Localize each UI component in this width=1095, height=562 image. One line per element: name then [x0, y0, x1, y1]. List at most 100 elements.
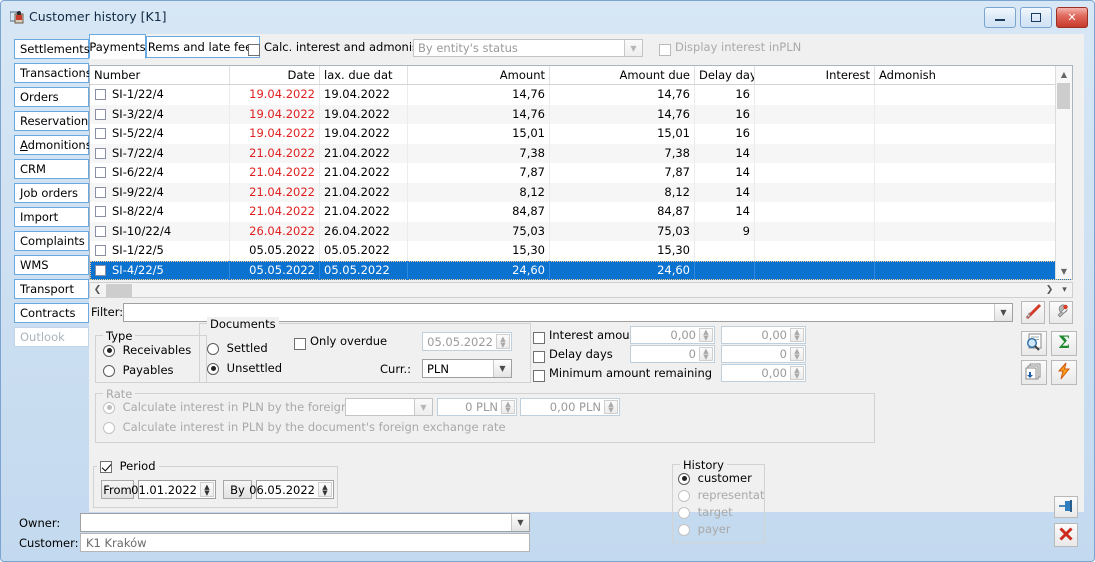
table-row[interactable]: SI-1/22/5 05.05.2022 05.05.2022 15,30 15,30 — [90, 241, 1072, 261]
search-button[interactable] — [1021, 331, 1047, 356]
radio-button[interactable] — [678, 472, 690, 485]
grid-horizontal-scrollbar[interactable]: ❮ ❯ ▾ — [89, 282, 1073, 298]
sidebar-item-transport[interactable]: Transport — [14, 279, 89, 299]
table-row[interactable]: SI-5/22/4 19.04.2022 19.04.2022 15,01 15,01 1… — [90, 124, 1072, 144]
table-row[interactable]: SI-3/22/4 19.04.2022 19.04.2022 14,76 14,76 1… — [90, 104, 1072, 124]
column-header-amount[interactable]: Amount — [408, 66, 550, 84]
chevron-down-icon[interactable]: ▼ — [493, 360, 511, 377]
scroll-right-icon[interactable]: ❯ — [1042, 285, 1057, 295]
sidebar-item-wms[interactable]: WMS — [14, 255, 89, 275]
spinner-buttons[interactable]: ▲ ▼ — [699, 347, 713, 361]
scroll-up-icon[interactable]: ▲ — [1056, 66, 1072, 82]
calc-interest-checkbox[interactable] — [248, 42, 260, 56]
column-header-admonish[interactable]: Admonish — [875, 66, 1057, 84]
scrollbar-thumb[interactable] — [106, 283, 132, 297]
checkbox-box[interactable] — [294, 337, 306, 350]
checkbox-box[interactable] — [533, 350, 545, 363]
spinner-buttons[interactable]: ▲ ▼ — [200, 482, 214, 497]
chevron-down-icon[interactable]: ▼ — [511, 514, 529, 531]
owner-combo[interactable]: ▼ — [80, 513, 530, 532]
period-checkbox[interactable]: Period — [97, 459, 159, 473]
table-row[interactable]: SI-8/22/4 21.04.2022 21.04.2022 84,87 84,87 1… — [90, 202, 1072, 222]
spinner-buttons[interactable]: ▲ ▼ — [790, 366, 804, 380]
radio-button[interactable] — [103, 364, 115, 377]
table-row[interactable]: SI-7/22/4 21.04.2022 21.04.2022 7,38 7,38 14 — [90, 143, 1072, 163]
column-header-interest[interactable]: Interest — [755, 66, 875, 84]
close-button[interactable]: ✕ — [1056, 7, 1088, 28]
scroll-down-icon[interactable]: ▼ — [1056, 263, 1072, 279]
sum-button[interactable]: Σ — [1051, 331, 1077, 356]
sidebar-item-import[interactable]: Import — [14, 207, 89, 227]
column-header-date[interactable]: Date — [230, 66, 320, 84]
minimize-button[interactable] — [984, 7, 1016, 28]
period-by-spinner[interactable]: 06.05.2022 ▲ ▼ — [249, 480, 334, 499]
interest-amount-checkbox[interactable] — [533, 330, 545, 344]
radio-settled[interactable]: Settled — [207, 341, 268, 355]
spinner-buttons[interactable]: ▲ ▼ — [318, 482, 332, 497]
spinner-buttons[interactable]: ▲ ▼ — [790, 347, 804, 361]
tab-payments[interactable]: Payments — [89, 34, 146, 59]
scrollbar-thumb[interactable] — [1057, 83, 1070, 109]
cancel-button[interactable] — [1054, 523, 1078, 547]
sidebar-item-complaints[interactable]: Complaints — [14, 231, 89, 251]
minimum-remaining-value[interactable]: 0,00 ▲ ▼ — [721, 364, 806, 382]
tab-rems-and-late-fees[interactable]: Rems and late fees — [146, 36, 260, 58]
only-overdue-checkbox[interactable] — [294, 336, 306, 350]
delay-days-from[interactable]: 0 ▲ ▼ — [630, 345, 715, 363]
table-row[interactable]: SI-6/22/4 21.04.2022 21.04.2022 7,87 7,87 14 — [90, 163, 1072, 183]
column-header-number[interactable]: Number — [90, 66, 230, 84]
pin-button[interactable] — [1054, 496, 1078, 518]
column-header-delay-days[interactable]: Delay days — [695, 66, 755, 84]
checkbox-box[interactable] — [533, 369, 545, 382]
checkbox-box[interactable] — [248, 43, 260, 56]
radio-unsettled[interactable]: Unsettled — [207, 361, 282, 375]
scroll-left-icon[interactable]: ❮ — [90, 285, 105, 295]
table-row[interactable]: SI-4/22/5 05.05.2022 05.05.2022 24,60 24,60 — [90, 260, 1072, 280]
radio-history-customer[interactable]: customer — [678, 471, 752, 485]
copy-pages-button[interactable] — [1021, 360, 1047, 385]
delay-days-checkbox[interactable] — [533, 349, 545, 363]
customer-field[interactable]: K1 Kraków — [80, 533, 530, 552]
clear-filter-button[interactable] — [1021, 301, 1045, 324]
minimum-remaining-checkbox[interactable] — [533, 368, 545, 382]
quick-action-button[interactable] — [1051, 360, 1077, 385]
sidebar-item-settlements[interactable]: Settlements — [14, 39, 90, 59]
period-from-spinner[interactable]: 01.01.2022 ▲ ▼ — [131, 480, 216, 499]
column-header-amount-due[interactable]: Amount due — [550, 66, 695, 84]
table-row[interactable]: SI-1/22/4 19.04.2022 19.04.2022 14,76 14,76 1… — [90, 85, 1072, 105]
spinner-buttons[interactable]: ▲ ▼ — [790, 328, 804, 342]
sidebar-item-contracts[interactable]: Contracts — [14, 303, 89, 323]
by-button[interactable]: By — [223, 480, 252, 499]
table-row[interactable]: SI-9/22/4 21.04.2022 21.04.2022 8,12 8,12 14 — [90, 182, 1072, 202]
radio-button[interactable] — [207, 362, 219, 375]
radio-button[interactable] — [103, 344, 115, 357]
radio-receivables[interactable]: Receivables — [103, 343, 191, 357]
grid-vertical-scrollbar[interactable]: ▲ ▼ — [1055, 66, 1072, 279]
sidebar-item-transactions[interactable]: Transactions — [14, 63, 92, 83]
sidebar-item-orders[interactable]: Orders — [14, 87, 89, 107]
interest-amount-from[interactable]: 0,00 ▲ ▼ — [630, 326, 715, 344]
sidebar-item-job-orders[interactable]: Job orders — [14, 183, 89, 203]
maximize-button[interactable] — [1020, 7, 1052, 28]
column-header-max-due-date[interactable]: lax. due dat — [320, 66, 408, 84]
entity-status-combo[interactable]: By entity's status ▼ — [413, 39, 643, 57]
checkbox-box[interactable] — [100, 460, 112, 473]
chevron-down-icon[interactable]: ▼ — [994, 304, 1012, 321]
scroll-down-corner-icon[interactable]: ▾ — [1057, 285, 1072, 295]
checkbox-box[interactable] — [533, 331, 545, 344]
currency-combo[interactable]: PLN ▼ — [422, 359, 512, 378]
from-button[interactable]: From — [101, 480, 134, 499]
radio-history-target: target — [678, 505, 733, 519]
interest-amount-to[interactable]: 0,00 ▲ ▼ — [721, 326, 806, 344]
table-row[interactable]: SI-10/22/4 26.04.2022 26.04.2022 75,03 75,03… — [90, 221, 1072, 241]
spinner-buttons[interactable]: ▲ ▼ — [496, 334, 510, 349]
sidebar-item-admonitions[interactable]: Admonitions — [14, 135, 92, 155]
filter-settings-button[interactable] — [1049, 301, 1073, 324]
radio-payables[interactable]: Payables — [103, 363, 174, 377]
overdue-date-spinner[interactable]: 05.05.2022 ▲ ▼ — [422, 332, 512, 351]
radio-button[interactable] — [207, 342, 219, 355]
sidebar-item-crm[interactable]: CRM — [14, 159, 89, 179]
delay-days-to[interactable]: 0 ▲ ▼ — [721, 345, 806, 363]
sidebar-item-reservations[interactable]: Reservations — [14, 111, 94, 131]
spinner-buttons[interactable]: ▲ ▼ — [699, 328, 713, 342]
